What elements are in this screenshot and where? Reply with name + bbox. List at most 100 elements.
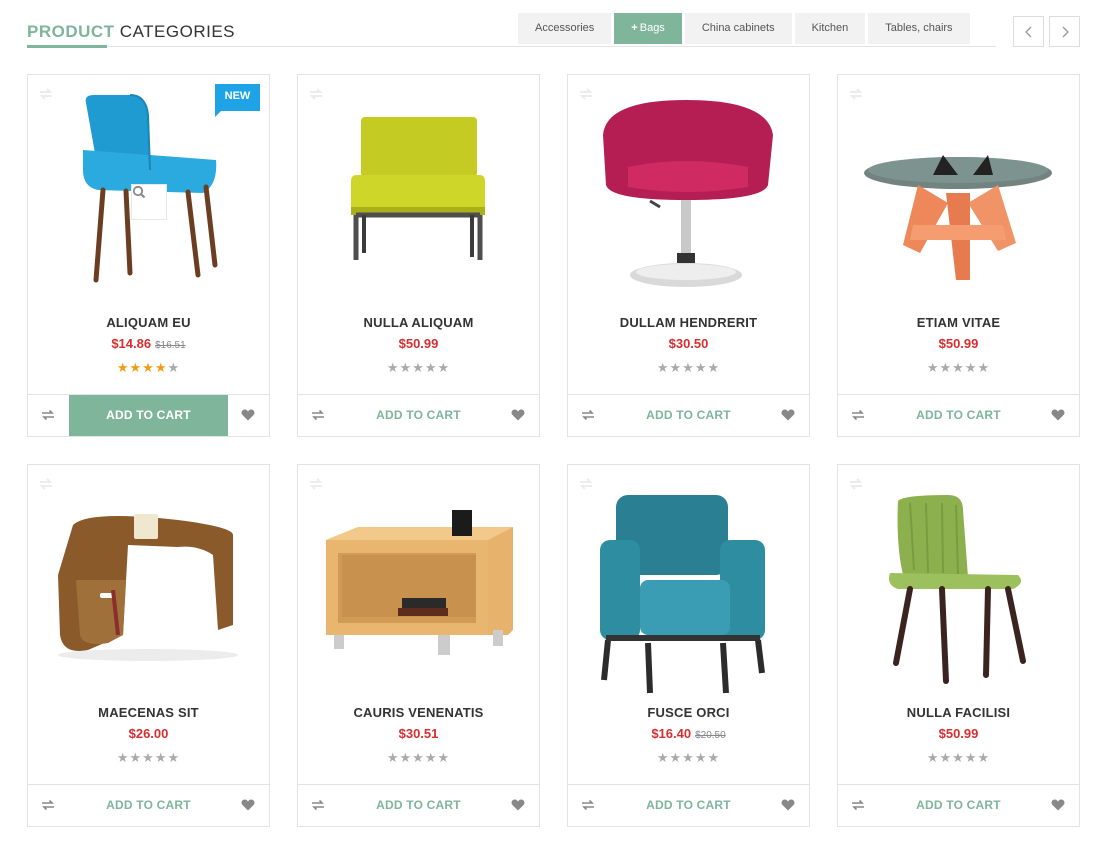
- product-image[interactable]: [568, 465, 809, 695]
- wishlist-button[interactable]: [498, 395, 539, 436]
- rating-stars: ★★★★★: [568, 751, 809, 764]
- tab-label: Bags: [639, 22, 665, 34]
- star-empty-icon: ★: [167, 360, 181, 375]
- compare-button[interactable]: [298, 785, 339, 826]
- compare-icon: [42, 799, 54, 811]
- product-image[interactable]: [298, 465, 539, 695]
- compare-button[interactable]: [28, 395, 69, 436]
- product-actions: ADD TO CART: [298, 394, 539, 436]
- compare-icon: [39, 478, 53, 490]
- wishlist-button[interactable]: [1038, 395, 1079, 436]
- compare-button[interactable]: [28, 785, 69, 826]
- add-to-cart-button[interactable]: ADD TO CART: [879, 395, 1038, 436]
- add-to-cart-button[interactable]: ADD TO CART: [879, 785, 1038, 826]
- product-card-6: CAURIS VENENATIS $30.51 ★★★★★ ADD TO CAR…: [297, 464, 540, 827]
- product-name[interactable]: DULLAM HENDRERIT: [568, 315, 809, 330]
- compare-button[interactable]: [838, 785, 879, 826]
- product-name[interactable]: NULLA FACILISI: [838, 705, 1079, 720]
- star-empty-icon: ★: [977, 750, 991, 765]
- compare-icon: [582, 799, 594, 811]
- wishlist-button[interactable]: [228, 785, 269, 826]
- add-to-cart-button[interactable]: ADD TO CART: [69, 785, 228, 826]
- prev-button[interactable]: [1013, 16, 1044, 47]
- add-to-cart-button[interactable]: ADD TO CART: [69, 395, 228, 436]
- product-actions: ADD TO CART: [28, 784, 269, 826]
- product-name[interactable]: ETIAM VITAE: [838, 315, 1079, 330]
- new-badge: NEW: [215, 84, 260, 117]
- product-image[interactable]: [838, 465, 1079, 695]
- tab-label: Kitchen: [811, 22, 849, 34]
- product-name[interactable]: ALIQUAM EU: [28, 315, 269, 330]
- star-filled-icon: ★: [142, 360, 155, 375]
- product-prices: $26.00: [28, 726, 269, 741]
- product-name[interactable]: NULLA ALIQUAM: [298, 315, 539, 330]
- product-card-3: DULLAM HENDRERIT $30.50 ★★★★★ ADD TO CAR…: [567, 74, 810, 437]
- heart-icon: [241, 799, 255, 811]
- product-price: $14.86: [111, 336, 152, 351]
- product-image[interactable]: [298, 75, 539, 305]
- wishlist-button[interactable]: [768, 785, 809, 826]
- product-name[interactable]: MAECENAS SIT: [28, 705, 269, 720]
- tab-label: Accessories: [535, 22, 595, 34]
- star-empty-icon: ★: [926, 360, 940, 375]
- product-image[interactable]: NEW: [28, 75, 269, 305]
- compare-icon: [852, 409, 864, 421]
- wishlist-button[interactable]: [498, 785, 539, 826]
- add-to-cart-button[interactable]: ADD TO CART: [609, 395, 768, 436]
- star-empty-icon: ★: [399, 360, 413, 375]
- product-prices: $30.51: [298, 726, 539, 741]
- product-card-1: NEW ALIQUAM EU $14.86 $16.51 ★★★★★ ADD TO…: [27, 74, 270, 437]
- next-button[interactable]: [1049, 16, 1080, 47]
- compare-icon: [852, 799, 864, 811]
- compare-button[interactable]: [838, 395, 879, 436]
- wishlist-button[interactable]: [228, 395, 269, 436]
- wishlist-button[interactable]: [768, 395, 809, 436]
- section-title: PRODUCT CATEGORIES: [27, 22, 235, 42]
- product-illustration: [58, 514, 238, 661]
- star-empty-icon: ★: [424, 360, 438, 375]
- quickview-button[interactable]: [131, 184, 167, 220]
- product-image[interactable]: [568, 75, 809, 305]
- rating-stars: ★★★★★: [28, 751, 269, 764]
- star-empty-icon: ★: [694, 750, 708, 765]
- compare-button[interactable]: [568, 395, 609, 436]
- add-to-cart-button[interactable]: ADD TO CART: [339, 395, 498, 436]
- tab-kitchen[interactable]: Kitchen: [794, 13, 866, 44]
- product-actions: ADD TO CART: [28, 394, 269, 436]
- product-prices: $16.40 $20.50: [568, 726, 809, 741]
- compare-icon: [39, 88, 53, 100]
- product-illustration: [351, 117, 485, 260]
- heart-icon: [1051, 409, 1065, 421]
- tab-bags[interactable]: + Bags: [614, 13, 682, 44]
- tab-accessories[interactable]: Accessories: [518, 13, 612, 44]
- compare-icon: [42, 409, 54, 421]
- star-empty-icon: ★: [424, 750, 438, 765]
- section-title-rest: CATEGORIES: [119, 22, 235, 41]
- compare-button[interactable]: [568, 785, 609, 826]
- tab-tables-chairs[interactable]: Tables, chairs: [868, 13, 970, 44]
- product-image[interactable]: [28, 465, 269, 695]
- product-illustration: [600, 495, 765, 694]
- compare-button[interactable]: [298, 395, 339, 436]
- product-name[interactable]: CAURIS VENENATIS: [298, 705, 539, 720]
- add-to-cart-button[interactable]: ADD TO CART: [609, 785, 768, 826]
- star-filled-icon: ★: [129, 360, 143, 375]
- tab-china-cabinets[interactable]: China cabinets: [684, 13, 792, 44]
- compare-icon: [309, 478, 323, 490]
- add-to-cart-button[interactable]: ADD TO CART: [339, 785, 498, 826]
- product-prices: $14.86 $16.51: [28, 336, 269, 351]
- tab-label: Tables, chairs: [885, 22, 953, 34]
- compare-icon: [312, 799, 324, 811]
- star-empty-icon: ★: [707, 360, 721, 375]
- product-name[interactable]: FUSCE ORCI: [568, 705, 809, 720]
- product-old-price: $20.50: [695, 730, 726, 741]
- rating-stars: ★★★★★: [298, 361, 539, 374]
- star-empty-icon: ★: [412, 750, 425, 765]
- star-empty-icon: ★: [952, 360, 965, 375]
- product-image[interactable]: [838, 75, 1079, 305]
- wishlist-button[interactable]: [1038, 785, 1079, 826]
- rating-stars: ★★★★★: [838, 751, 1079, 764]
- rating-stars: ★★★★★: [568, 361, 809, 374]
- star-empty-icon: ★: [399, 750, 413, 765]
- product-price: $26.00: [128, 726, 169, 741]
